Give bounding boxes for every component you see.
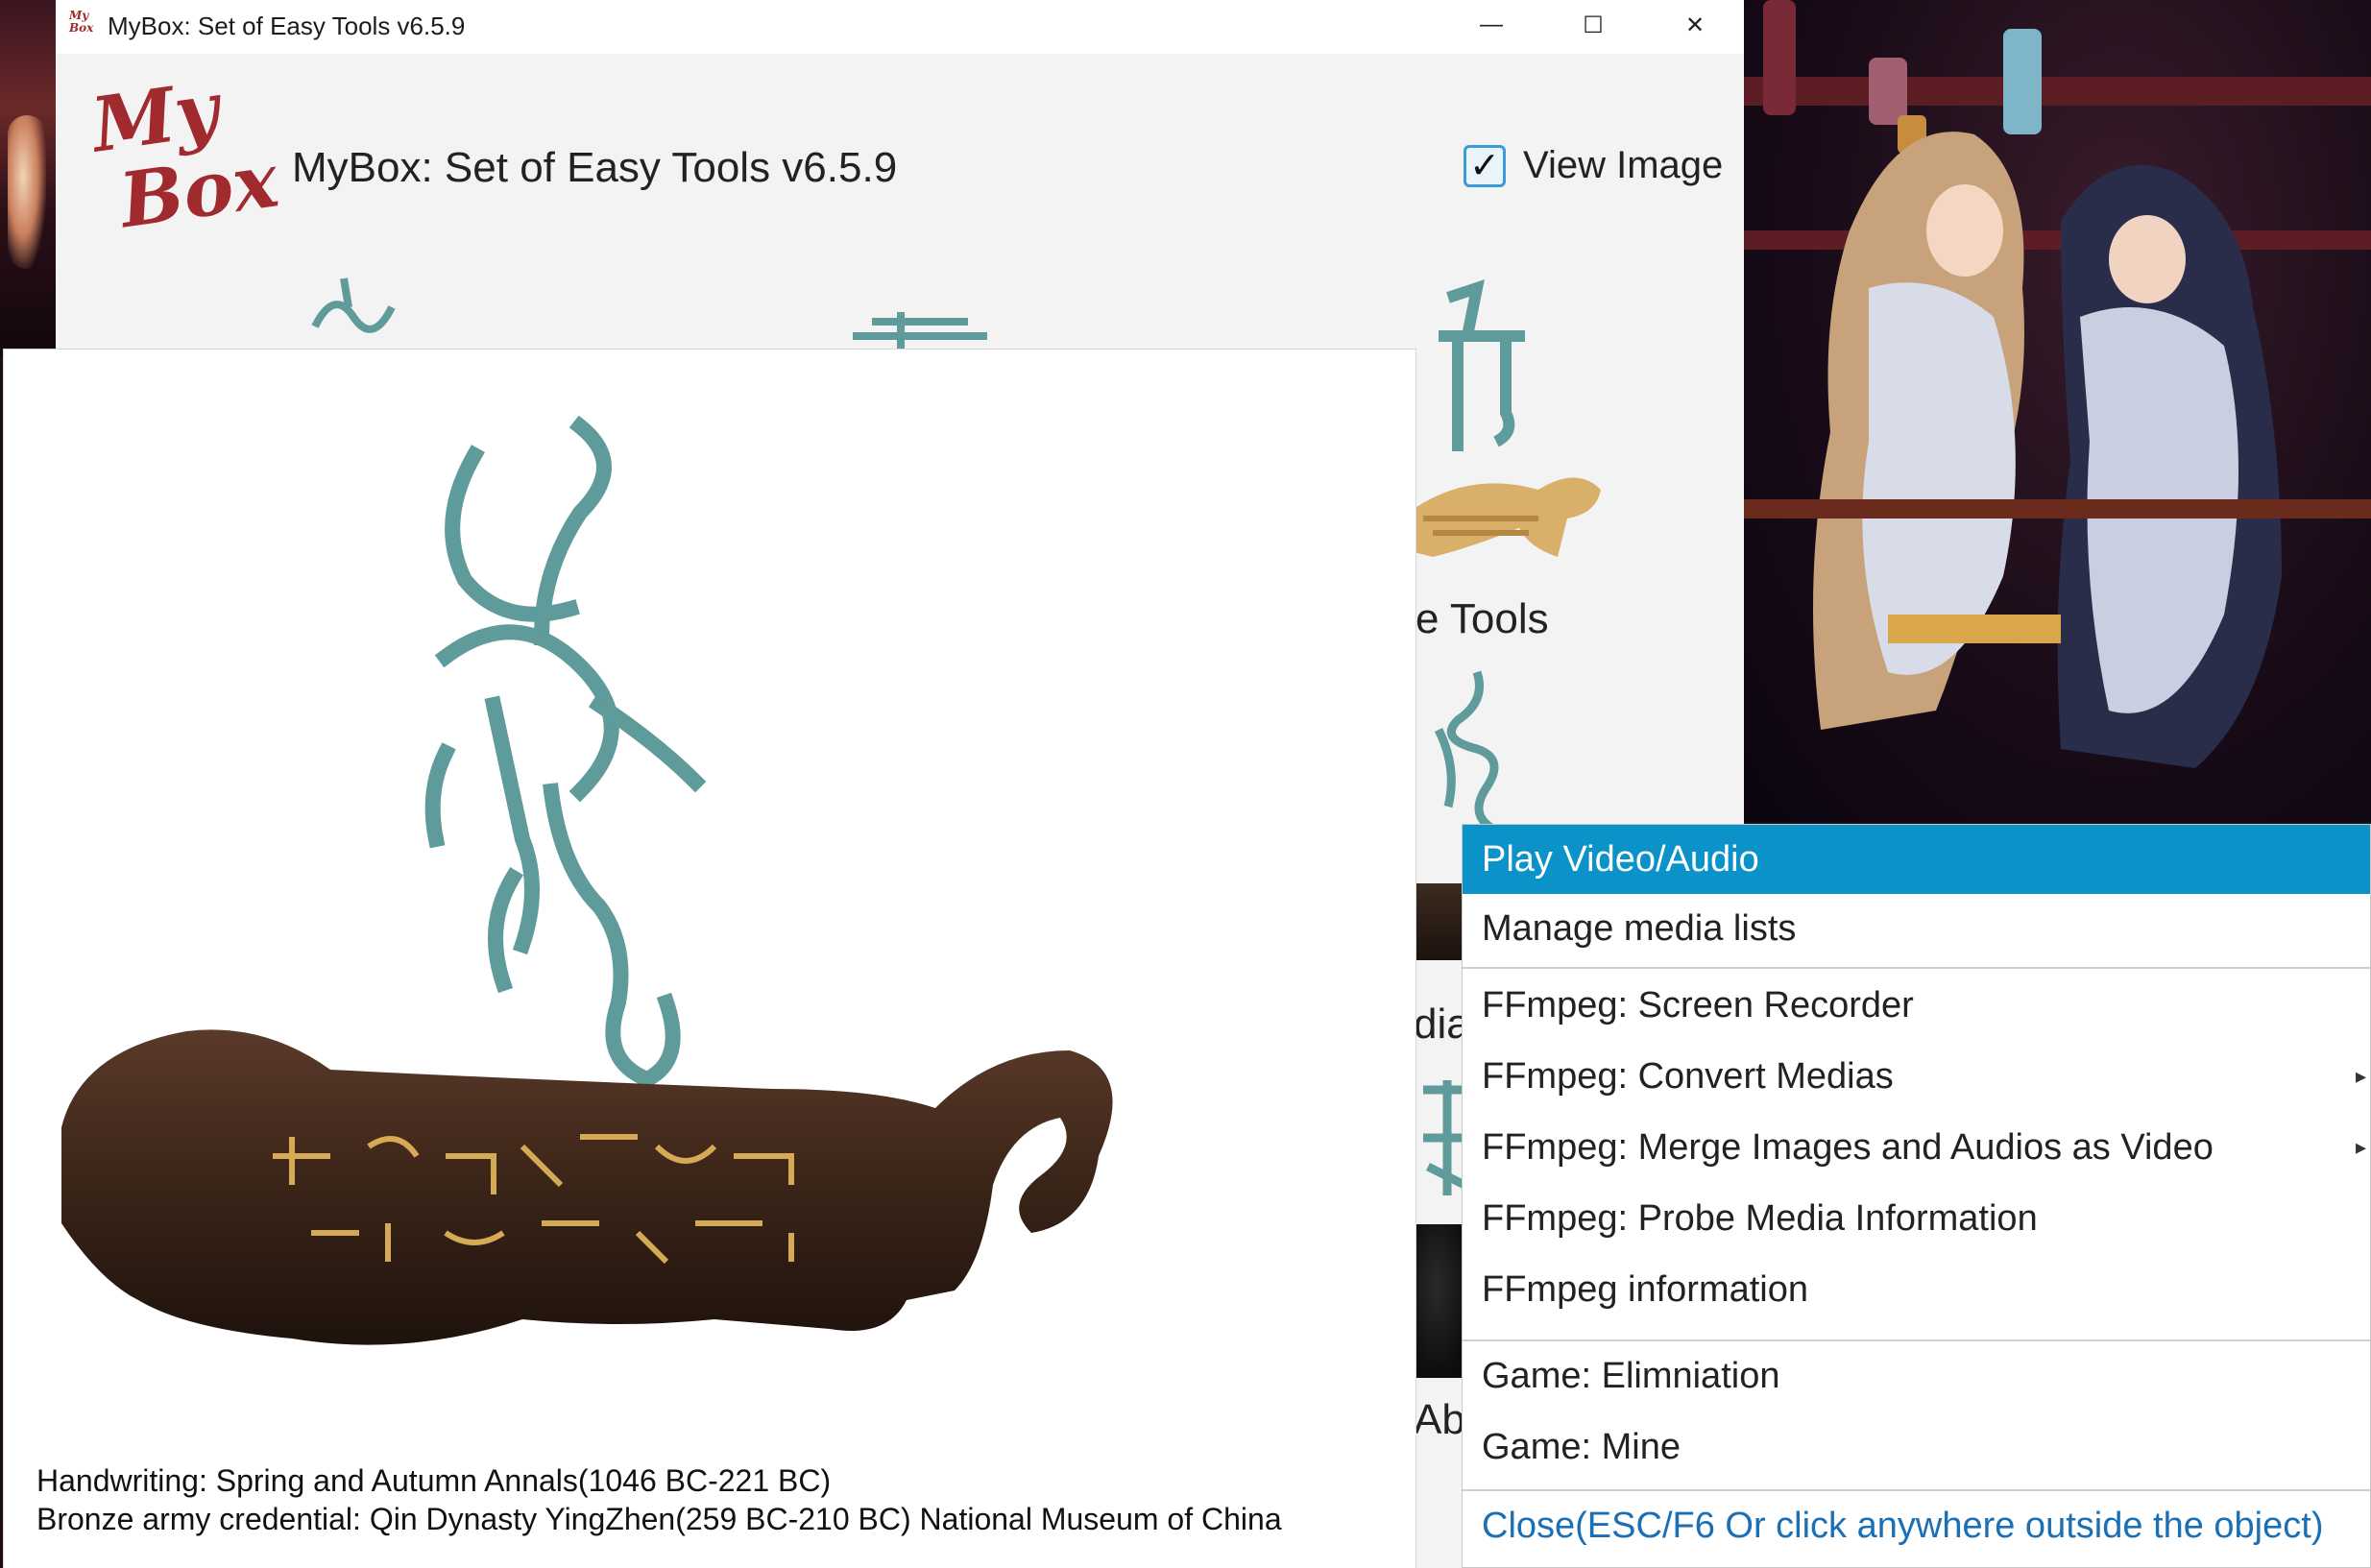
minimize-button[interactable]: — — [1440, 0, 1542, 50]
desktop-wallpaper — [0, 0, 56, 355]
menu-item-label: FFmpeg: Probe Media Information — [1482, 1197, 2038, 1239]
window-titlebar[interactable]: My Box MyBox: Set of Easy Tools v6.5.9 —… — [56, 0, 1744, 54]
checkmark-icon: ✓ — [1469, 146, 1500, 186]
seal-glyph-decoration — [1434, 670, 1499, 835]
mybox-logo: My Box — [86, 63, 285, 277]
menu-item-ffmpeg-information[interactable]: FFmpeg information — [1463, 1255, 2370, 1324]
view-image-label: View Image — [1523, 144, 1724, 186]
maximize-button[interactable]: ☐ — [1542, 0, 1644, 50]
menu-item-manage-media-lists[interactable]: Manage media lists — [1463, 894, 2370, 963]
menu-item-label: FFmpeg: Screen Recorder — [1482, 984, 1914, 1025]
menu-item-close[interactable]: Close(ESC/F6 Or click anywhere outside t… — [1463, 1491, 2370, 1560]
preview-caption-handwriting: Handwriting: Spring and Autumn Annals(10… — [36, 1463, 832, 1498]
menu-item-label: FFmpeg: Merge Images and Audios as Video — [1482, 1126, 2214, 1168]
minimize-icon: — — [1480, 12, 1503, 37]
preview-caption-bronze: Bronze army credential: Qin Dynasty Ying… — [36, 1502, 1282, 1536]
easy-tools-label: e Tools — [1415, 595, 1549, 642]
window-title: MyBox: Set of Easy Tools v6.5.9 — [108, 12, 466, 40]
menu-item-game-elimination[interactable]: Game: Elimniation — [1463, 1341, 2370, 1411]
seal-glyph-decoration — [1439, 279, 1525, 451]
menu-item-label: FFmpeg information — [1482, 1268, 1809, 1310]
submenu-arrow-icon: ▸ — [2355, 1064, 2366, 1088]
artwork-illustration — [1744, 0, 2371, 822]
menu-close-label: Close(ESC/F6 Or click anywhere outside t… — [1482, 1505, 2324, 1546]
menu-item-ffmpeg-screen-recorder[interactable]: FFmpeg: Screen Recorder — [1463, 971, 2370, 1040]
app-icon: My Box — [69, 10, 102, 42]
menu-item-game-mine[interactable]: Game: Mine — [1463, 1412, 2370, 1482]
media-context-menu: Play Video/Audio Manage media lists FFmp… — [1462, 824, 2371, 1568]
menu-item-play-video-audio[interactable]: Play Video/Audio — [1463, 825, 2370, 894]
menu-separator — [1463, 967, 2370, 969]
seal-glyph-decoration — [853, 312, 987, 350]
menu-item-label: Play Video/Audio — [1482, 838, 1759, 880]
bronze-tiger-decoration — [1414, 477, 1601, 557]
seal-script-character — [424, 415, 707, 1088]
maximize-icon: ☐ — [1583, 12, 1604, 38]
menu-item-label: FFmpeg: Convert Medias — [1482, 1055, 1894, 1097]
logo-line-2: Box — [114, 136, 284, 246]
app-title: MyBox: Set of Easy Tools v6.5.9 — [292, 144, 898, 191]
view-image-toggle[interactable]: ✓ View Image — [1464, 144, 1723, 187]
anime-artwork-image — [1744, 0, 2371, 768]
menu-item-label: Manage media lists — [1482, 907, 1797, 949]
app-icon-text-2: Box — [69, 21, 94, 35]
view-image-checkbox[interactable]: ✓ — [1464, 144, 1506, 187]
menu-item-ffmpeg-merge-images-audios[interactable]: FFmpeg: Merge Images and Audios as Video… — [1463, 1113, 2370, 1182]
menu-item-ffmpeg-probe-media[interactable]: FFmpeg: Probe Media Information — [1463, 1184, 2370, 1253]
seal-glyph-decoration — [311, 277, 396, 333]
image-preview-popup: Handwriting: Spring and Autumn Annals(10… — [4, 350, 1415, 1568]
bronze-tiger-credential-image — [61, 1029, 1113, 1345]
menu-item-label: Game: Mine — [1482, 1426, 1681, 1467]
close-button[interactable]: ✕ — [1644, 0, 1744, 50]
menu-item-ffmpeg-convert-medias[interactable]: FFmpeg: Convert Medias ▸ — [1463, 1042, 2370, 1111]
close-icon: ✕ — [1684, 12, 1706, 38]
submenu-arrow-icon: ▸ — [2355, 1135, 2366, 1159]
menu-item-label: Game: Elimniation — [1482, 1355, 1780, 1396]
